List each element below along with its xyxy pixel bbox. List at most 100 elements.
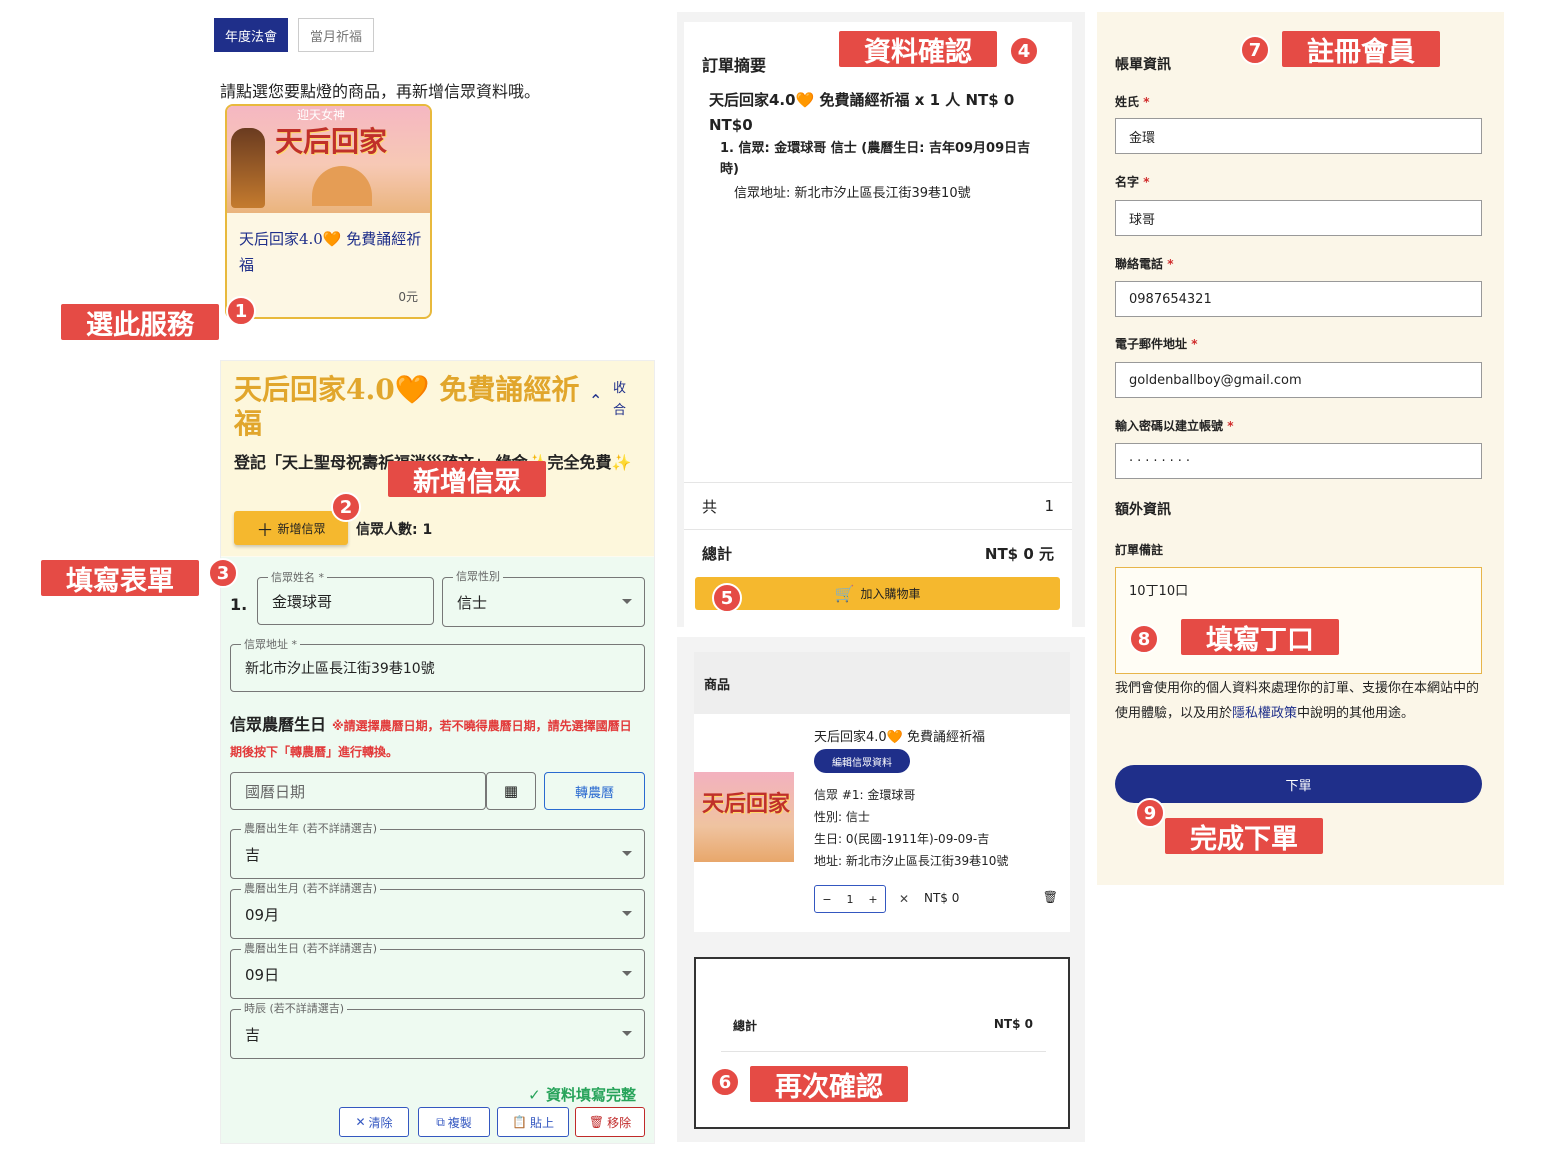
dropdown-arrow-icon	[622, 851, 632, 856]
lastname-input[interactable]: 金環	[1115, 118, 1482, 154]
chevron-up-icon[interactable]: ⌃	[589, 391, 602, 410]
registration-panel: 帳單資訊 姓氏 * 金環 名字 * 球哥 聯絡電話 * 0987654321 電…	[1097, 12, 1504, 885]
close-icon: ✕	[355, 1115, 366, 1129]
privacy-text: 我們會使用你的個人資料來處理你的訂單、支援你在本網站中的使用體驗，以及用於隱私權…	[1115, 681, 1480, 721]
order-summary-panel: 訂單摘要 天后回家4.0🧡 免費誦經祈福 x 1 人 NT$ 0 NT$0 1.…	[677, 12, 1085, 627]
cart-item: 天后回家 天后回家4.0🧡 免費誦經祈福 編輯信眾資料 信眾 #1: 金環球哥 …	[694, 714, 1070, 932]
add-to-cart-button[interactable]: 🛒 加入購物車	[695, 577, 1060, 610]
product-card[interactable]: 迎天女神 天后回家 天后回家4.0🧡 免費誦經祈福 0元	[225, 104, 432, 319]
order-summary-address: 信眾地址: 新北市汐止區長江街39巷10號	[734, 186, 971, 201]
paste-label: 貼上	[529, 1115, 554, 1130]
trash-icon[interactable]: 🗑	[1043, 890, 1058, 904]
thumbnail-text: 天后回家	[702, 791, 791, 817]
solar-date-input[interactable]: 國曆日期	[230, 772, 486, 810]
phone-label: 聯絡電話 *	[1115, 257, 1174, 271]
remove-button[interactable]: 🗑 移除	[575, 1107, 645, 1137]
form-complete-status: ✓ 資料填寫完整	[528, 1084, 636, 1105]
product-price: 0元	[398, 290, 418, 304]
order-summary-title: 訂單摘要	[702, 56, 767, 75]
believer-address-label: 信眾地址 *	[241, 636, 300, 652]
annotation-number-1: 1	[226, 296, 256, 326]
cart-total-label: 總計	[733, 1019, 758, 1033]
lunar-month-label: 農曆出生月 (若不詳請選吉)	[241, 880, 381, 896]
banner-title-text: 天后回家	[275, 125, 388, 158]
birth-hour-label: 時辰 (若不詳請選吉)	[241, 1000, 348, 1016]
dropdown-arrow-icon	[622, 911, 632, 916]
cart-item-thumbnail: 天后回家	[694, 772, 794, 862]
annotation-label-6: 再次確認	[750, 1066, 908, 1103]
tab-monthly-blessing[interactable]: 當月祈福	[298, 18, 374, 52]
cart-total-value: NT$ 0	[993, 1017, 1033, 1031]
order-total-row: 總計 NT$ 0 元	[684, 529, 1072, 576]
plus-icon[interactable]: +	[868, 893, 877, 906]
add-to-cart-label: 加入購物車	[860, 587, 921, 601]
annotation-number-4: 4	[1009, 36, 1039, 66]
annotation-label-4: 資料確認	[839, 31, 997, 68]
lunar-month-select[interactable]: 09月	[230, 889, 645, 939]
total-value: NT$ 0 元	[984, 544, 1054, 563]
order-notes-label: 訂單備註	[1115, 543, 1164, 557]
clear-button[interactable]: ✕ 清除	[339, 1107, 409, 1137]
calendar-icon[interactable]: ▦	[486, 772, 536, 810]
form-body: 1. 金環球哥 信眾姓名 * 信士 信眾性別 新北市汐止區長江街39巷10號 信…	[221, 557, 654, 1143]
believer-line: 信眾 #1: 金環球哥	[814, 788, 916, 802]
lunar-year-select[interactable]: 吉	[230, 829, 645, 879]
lunar-year-value: 吉	[245, 845, 261, 864]
phone-input[interactable]: 0987654321	[1115, 281, 1482, 317]
form-title: 天后回家4.0🧡 免費誦經祈福	[234, 373, 580, 440]
minus-icon[interactable]: −	[822, 893, 831, 906]
collapse-button[interactable]: 收合	[613, 378, 629, 422]
edit-believer-button[interactable]: 編輯信眾資料	[814, 749, 910, 773]
quantity-stepper[interactable]: − 1 +	[814, 885, 886, 913]
address-line: 地址: 新北市汐止區長江街39巷10號	[814, 854, 1009, 868]
birth-hour-select[interactable]: 吉	[230, 1009, 645, 1059]
gender-value: 信士	[457, 593, 488, 612]
password-label: 輸入密碼以建立帳號 *	[1115, 419, 1234, 433]
paste-button[interactable]: 📋 貼上	[497, 1107, 569, 1137]
annotation-label-3: 填寫表單	[41, 560, 199, 597]
annotation-label-1: 選此服務	[61, 304, 219, 341]
dropdown-arrow-icon	[622, 599, 632, 604]
convert-lunar-button[interactable]: 轉農曆	[544, 772, 645, 810]
lunar-day-select[interactable]: 09日	[230, 949, 645, 999]
gate-graphic	[312, 166, 372, 206]
annotation-number-8: 8	[1129, 624, 1159, 654]
product-selection-panel: 年度法會 當月祈福 請點選您要點燈的商品，再新增信眾資料哦。 迎天女神 天后回家…	[205, 12, 665, 1144]
tab-annual-ceremony[interactable]: 年度法會	[214, 18, 288, 52]
believer-name-label: 信眾姓名 *	[268, 569, 327, 585]
annotation-label-9: 完成下單	[1165, 818, 1323, 855]
annotation-label-7: 註冊會員	[1282, 31, 1440, 68]
dropdown-arrow-icon	[622, 971, 632, 976]
believer-count: 信眾人數: 1	[356, 522, 433, 538]
firstname-input[interactable]: 球哥	[1115, 200, 1482, 236]
lunar-day-label: 農曆出生日 (若不詳請選吉)	[241, 940, 381, 956]
order-summary-detail: 1. 信眾: 金環球哥 信士 (農曆生日: 吉年09月09日吉時)	[720, 141, 1031, 177]
billing-title: 帳單資訊	[1115, 57, 1171, 73]
annotation-number-6: 6	[710, 1067, 740, 1097]
add-believer-button[interactable]: ＋ 新增信眾	[234, 511, 348, 545]
privacy-policy-link[interactable]: 隱私權政策	[1232, 706, 1297, 721]
firstname-label: 名字 *	[1115, 175, 1150, 189]
place-order-button[interactable]: 下單	[1115, 765, 1482, 803]
clipboard-icon: 📋	[512, 1115, 527, 1129]
plus-icon: ＋	[256, 520, 274, 541]
copy-label: 複製	[447, 1115, 472, 1130]
password-input[interactable]: ········	[1115, 443, 1482, 479]
email-input[interactable]: goldenballboy@gmail.com	[1115, 362, 1482, 398]
believer-gender-select[interactable]: 信士	[442, 577, 645, 627]
total-label: 總計	[702, 544, 733, 563]
order-summary-card: 訂單摘要 天后回家4.0🧡 免費誦經祈福 x 1 人 NT$ 0 NT$0 1.…	[684, 22, 1072, 627]
birth-hour-value: 吉	[245, 1025, 261, 1044]
remove-label: 移除	[607, 1115, 632, 1130]
annotation-number-2: 2	[331, 492, 361, 522]
count-value: 1	[1044, 497, 1054, 515]
product-image: 迎天女神 天后回家	[227, 106, 430, 213]
lunar-day-value: 09日	[245, 965, 280, 984]
cart-header: 商品	[694, 652, 1070, 714]
annotation-number-5: 5	[712, 583, 742, 613]
copy-button[interactable]: ⧉ 複製	[418, 1107, 490, 1137]
annotation-label-2: 新增信眾	[388, 461, 546, 498]
lunar-month-value: 09月	[245, 905, 280, 924]
cart-item-name: 天后回家4.0🧡 免費誦經祈福	[814, 730, 985, 745]
deity-figure	[231, 128, 265, 208]
